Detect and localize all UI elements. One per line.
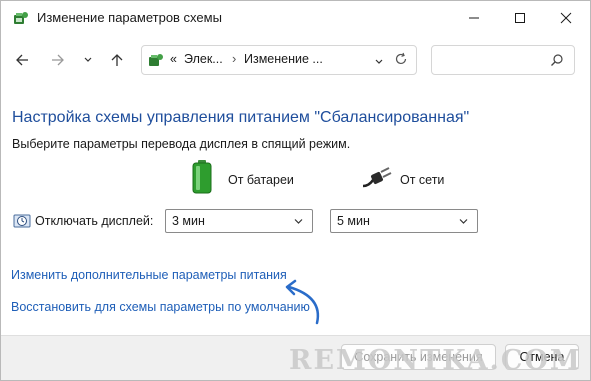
breadcrumb-item[interactable]: Элек... [184,52,223,66]
display-off-label: Отключать дисплей: [35,214,154,228]
arrow-left-icon [16,54,28,66]
power-options-icon [13,10,29,26]
address-dropdown-icon[interactable] [374,54,384,72]
address-bar[interactable]: « Элек... › Изменение ... [141,45,417,75]
chevron-down-icon [84,57,92,62]
power-plug-icon [361,166,393,195]
navigation-bar: « Элек... › Изменение ... [1,41,590,79]
maximize-icon [515,13,525,23]
save-changes-button[interactable]: Сохранить изменения [341,344,496,370]
up-button[interactable] [106,49,128,71]
battery-display-off-select[interactable]: 3 мин [165,209,313,233]
arrow-right-icon [52,54,64,66]
chevron-down-icon [293,216,304,230]
control-panel-icon [148,52,164,68]
refresh-icon[interactable] [394,52,408,71]
plugged-column-label: От сети [400,173,445,187]
breadcrumb-item[interactable]: Изменение ... [244,52,323,66]
advanced-power-settings-link[interactable]: Изменить дополнительные параметры питани… [11,268,287,282]
title-bar: Изменение параметров схемы [1,1,590,35]
chevron-down-icon [458,216,469,230]
recent-locations-button[interactable] [77,49,99,71]
search-icon [550,53,564,72]
restore-defaults-link[interactable]: Восстановить для схемы параметры по умол… [11,300,310,314]
plugged-display-off-select[interactable]: 5 мин [330,209,478,233]
annotation-arrow-icon [279,277,325,332]
window-title: Изменение параметров схемы [37,10,222,25]
chevron-right-icon: › [232,51,237,66]
battery-column-label: От батареи [228,173,294,187]
back-button[interactable] [11,49,33,71]
minimize-button[interactable] [451,1,497,35]
battery-icon [192,160,212,199]
search-input[interactable] [431,45,575,75]
close-icon [560,12,572,24]
battery-display-off-value: 3 мин [172,214,205,228]
plugged-display-off-value: 5 мин [337,214,370,228]
dialog-footer: Сохранить изменения Отмена [1,335,590,380]
page-description: Выберите параметры перевода дисплея в сп… [12,137,351,151]
breadcrumb-overflow[interactable]: « [170,52,177,66]
cancel-button[interactable]: Отмена [505,344,579,370]
display-clock-icon [13,212,31,235]
arrow-up-icon [111,54,123,66]
page-heading: Настройка схемы управления питанием "Сба… [12,109,470,126]
forward-button[interactable] [47,49,69,71]
minimize-icon [469,17,479,19]
maximize-button[interactable] [497,1,543,35]
close-button[interactable] [543,1,589,35]
window: Изменение параметров схемы « Элек... › И… [0,0,591,381]
